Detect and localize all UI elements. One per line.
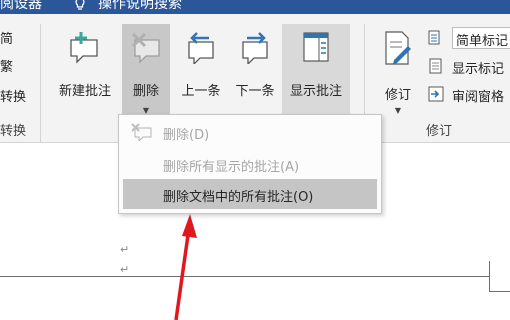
ribbon-cmd-simplified[interactable]: 简 [0, 28, 13, 47]
simple-markup-value: 简单标记 [456, 34, 509, 49]
menu-item-label: 删除文档中的所有批注(O) [163, 190, 314, 205]
previous-comment-icon [188, 32, 214, 64]
page-boundary-line [0, 276, 490, 277]
markup-icon [428, 30, 440, 45]
reviewing-pane-icon [428, 86, 444, 102]
margin-corner-mark [489, 291, 510, 292]
reviewing-pane-label: 审阅窗格 [452, 90, 505, 105]
menu-item-delete-all-in-document[interactable]: 删除文档中的所有批注(O) [123, 179, 377, 209]
delete-comment-icon [131, 123, 152, 141]
previous-label: 上一条 [181, 84, 221, 99]
new-comment-label: 新建批注 [58, 84, 111, 99]
group-separator [40, 24, 41, 144]
ribbon-tab-partial[interactable]: 阅设器 [0, 0, 42, 13]
delete-label: 删除 [132, 84, 159, 99]
paragraph-mark: ↵ [120, 243, 130, 256]
delete-comment-button[interactable]: 删除 ▼ [122, 24, 170, 126]
track-changes-button[interactable]: 修订 ▼ [376, 24, 420, 126]
group-label-convert: 转换 [0, 124, 27, 139]
delete-dropdown-menu: 删除(D) 删除所有显示的批注(A) 删除文档中的所有批注(O) [118, 114, 382, 214]
show-comments-label: 显示批注 [289, 84, 342, 99]
ribbon-cmd-convert[interactable]: 转换 [0, 86, 26, 105]
group-label-tracking: 修订 [426, 124, 453, 139]
title-bar: 阅设器 操作说明搜索 [0, 0, 510, 14]
show-comments-button[interactable]: 显示批注 [282, 24, 350, 126]
menu-item-label: 删除(D) [163, 128, 210, 143]
next-comment-button[interactable]: 下一条 [228, 24, 282, 126]
previous-comment-button[interactable]: 上一条 [174, 24, 228, 126]
dropdown-caret-icon: ▼ [394, 106, 402, 115]
next-comment-icon [242, 32, 268, 64]
track-changes-label: 修订 [384, 88, 411, 103]
new-comment-icon [70, 32, 98, 64]
ribbon-cmd-traditional[interactable]: 繁 [0, 56, 13, 75]
delete-comment-icon [131, 32, 160, 64]
show-markup-icon [429, 58, 442, 74]
lightbulb-icon [75, 0, 85, 10]
track-changes-icon [385, 31, 411, 65]
paragraph-mark: ↵ [120, 263, 130, 276]
margin-corner-mark [489, 261, 490, 291]
menu-item-delete[interactable]: 删除(D) [123, 117, 377, 147]
show-markup-label: 显示标记 [452, 62, 505, 77]
tell-me-search[interactable]: 操作说明搜索 [98, 0, 182, 13]
menu-item-label: 删除所有显示的批注(A) [163, 160, 300, 175]
new-comment-button[interactable]: 新建批注 [52, 24, 118, 126]
next-label: 下一条 [235, 84, 275, 99]
show-comments-icon [303, 32, 329, 62]
menu-item-delete-all-shown[interactable]: 删除所有显示的批注(A) [123, 149, 377, 179]
